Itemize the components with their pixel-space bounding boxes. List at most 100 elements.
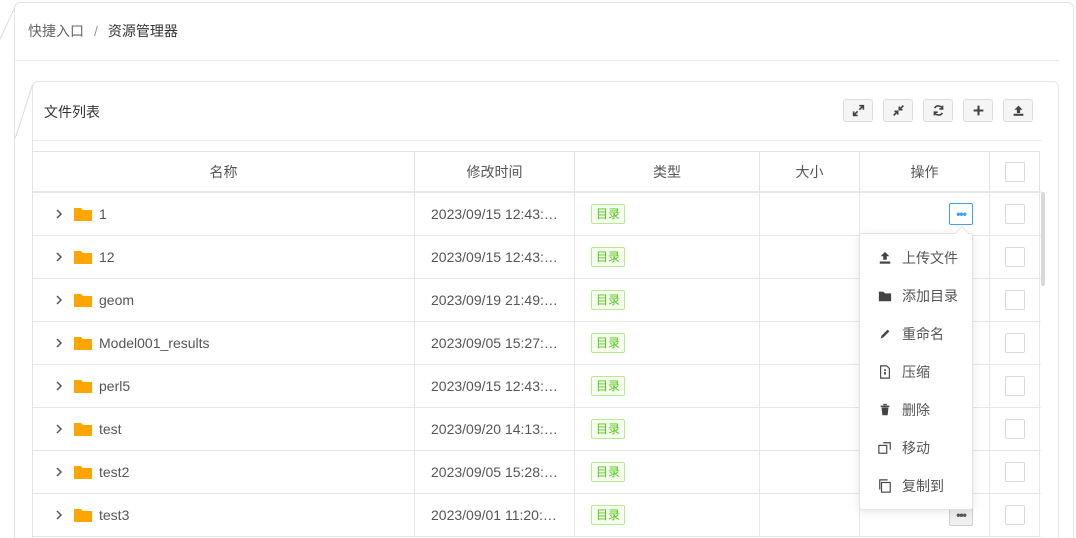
refresh-button[interactable] xyxy=(923,99,953,122)
type-cell: 目录 xyxy=(575,451,760,493)
menu-item[interactable]: 添加目录 xyxy=(860,277,972,315)
type-tag: 目录 xyxy=(591,505,626,525)
breadcrumb-divider xyxy=(14,60,1059,61)
file-name[interactable]: test xyxy=(99,421,122,437)
header-type[interactable]: 类型 xyxy=(575,152,760,191)
folder-icon xyxy=(73,464,93,480)
menu-item-label: 重命名 xyxy=(902,326,944,342)
type-tag: 目录 xyxy=(591,419,626,439)
select-cell xyxy=(990,408,1040,450)
header-time[interactable]: 修改时间 xyxy=(415,152,575,191)
name-cell: geom xyxy=(33,279,415,321)
menu-item-label: 删除 xyxy=(902,402,930,418)
file-name[interactable]: perl5 xyxy=(99,378,130,394)
chevron-right-icon[interactable] xyxy=(53,380,65,392)
chevron-right-icon[interactable] xyxy=(53,509,65,521)
modified-time: 2023/09/15 12:43:… xyxy=(415,236,575,278)
menu-item-label: 上传文件 xyxy=(902,250,958,266)
type-cell: 目录 xyxy=(575,494,760,536)
menu-item-label: 压缩 xyxy=(902,364,930,380)
collapse-icon xyxy=(892,105,904,116)
pencil-icon xyxy=(880,329,890,339)
breadcrumb-current: 资源管理器 xyxy=(107,23,178,39)
menu-item[interactable]: 复制到 xyxy=(860,467,972,505)
breadcrumb: 快捷入口 / 资源管理器 xyxy=(28,22,178,40)
type-cell: 目录 xyxy=(575,365,760,407)
chevron-right-icon[interactable] xyxy=(53,337,65,349)
type-cell: 目录 xyxy=(575,236,760,278)
folder-icon xyxy=(73,249,93,265)
name-cell: test3 xyxy=(33,494,415,536)
file-name[interactable]: 12 xyxy=(99,249,115,265)
type-tag: 目录 xyxy=(591,462,626,482)
row-checkbox[interactable] xyxy=(1004,376,1025,396)
row-checkbox[interactable] xyxy=(1004,505,1025,525)
menu-item[interactable]: 移动 xyxy=(860,429,972,467)
row-checkbox[interactable] xyxy=(1004,247,1025,267)
row-checkbox[interactable] xyxy=(1004,333,1025,353)
menu-item-label: 复制到 xyxy=(902,478,944,494)
ellipsis-icon: ••• xyxy=(956,207,967,221)
type-cell: 目录 xyxy=(575,193,760,235)
chevron-right-icon[interactable] xyxy=(53,251,65,263)
row-checkbox[interactable] xyxy=(1004,419,1025,439)
select-cell xyxy=(990,365,1040,407)
panel-divider xyxy=(32,140,1042,141)
menu-item[interactable]: 重命名 xyxy=(860,315,972,353)
file-name[interactable]: test2 xyxy=(99,464,129,480)
folder-icon xyxy=(73,507,93,523)
folder-icon xyxy=(878,291,892,302)
modified-time: 2023/09/05 15:27:… xyxy=(415,322,575,364)
upload-icon xyxy=(879,251,891,264)
select-cell xyxy=(990,494,1040,536)
add-button[interactable] xyxy=(963,99,993,122)
row-actions-menu: 上传文件添加目录重命名压缩删除移动复制到 xyxy=(859,225,973,510)
breadcrumb-root[interactable]: 快捷入口 xyxy=(28,21,84,41)
type-cell: 目录 xyxy=(575,322,760,364)
folder-icon xyxy=(73,421,93,437)
size-cell xyxy=(760,494,860,536)
row-checkbox[interactable] xyxy=(1004,462,1025,482)
folder-icon xyxy=(73,292,93,308)
menu-item[interactable]: 压缩 xyxy=(860,353,972,391)
row-checkbox[interactable] xyxy=(1004,204,1025,224)
modified-time: 2023/09/15 12:43:… xyxy=(415,365,575,407)
chevron-right-icon[interactable] xyxy=(53,208,65,220)
folder-icon xyxy=(73,206,93,222)
more-actions-button[interactable]: ••• xyxy=(949,203,973,225)
name-cell: perl5 xyxy=(33,365,415,407)
file-name[interactable]: 1 xyxy=(99,206,107,222)
expand-button[interactable] xyxy=(843,99,873,122)
header-name[interactable]: 名称 xyxy=(33,152,415,191)
folder-icon xyxy=(73,335,93,351)
file-name[interactable]: Model001_results xyxy=(99,335,210,351)
upload-button[interactable] xyxy=(1003,99,1033,122)
modified-time: 2023/09/05 15:28:… xyxy=(415,451,575,493)
chevron-right-icon[interactable] xyxy=(53,294,65,306)
header-ops: 操作 xyxy=(860,152,990,191)
file-name[interactable]: geom xyxy=(99,292,134,308)
file-name[interactable]: test3 xyxy=(99,507,129,523)
name-cell: test xyxy=(33,408,415,450)
header-size[interactable]: 大小 xyxy=(760,152,860,191)
select-cell xyxy=(990,322,1040,364)
chevron-right-icon[interactable] xyxy=(53,466,65,478)
name-cell: 12 xyxy=(33,236,415,278)
header-select-all xyxy=(990,152,1040,191)
table-scrollbar[interactable] xyxy=(1041,192,1045,286)
menu-item[interactable]: 上传文件 xyxy=(860,239,972,277)
menu-item[interactable]: 删除 xyxy=(860,391,972,429)
size-cell xyxy=(760,236,860,278)
collapse-button[interactable] xyxy=(883,99,913,122)
type-tag: 目录 xyxy=(591,204,626,224)
table-row[interactable]: 1 2023/09/15 12:43:… 目录 ••• xyxy=(33,193,1041,236)
modified-time: 2023/09/01 11:20:… xyxy=(415,494,575,536)
select-cell xyxy=(990,451,1040,493)
row-checkbox[interactable] xyxy=(1004,290,1025,310)
select-all-checkbox[interactable] xyxy=(1004,161,1025,182)
modified-time: 2023/09/20 14:13:… xyxy=(415,408,575,450)
chevron-right-icon[interactable] xyxy=(53,423,65,435)
panel-title: 文件列表 xyxy=(44,104,100,120)
upload-icon xyxy=(1013,105,1023,116)
type-tag: 目录 xyxy=(591,290,626,310)
